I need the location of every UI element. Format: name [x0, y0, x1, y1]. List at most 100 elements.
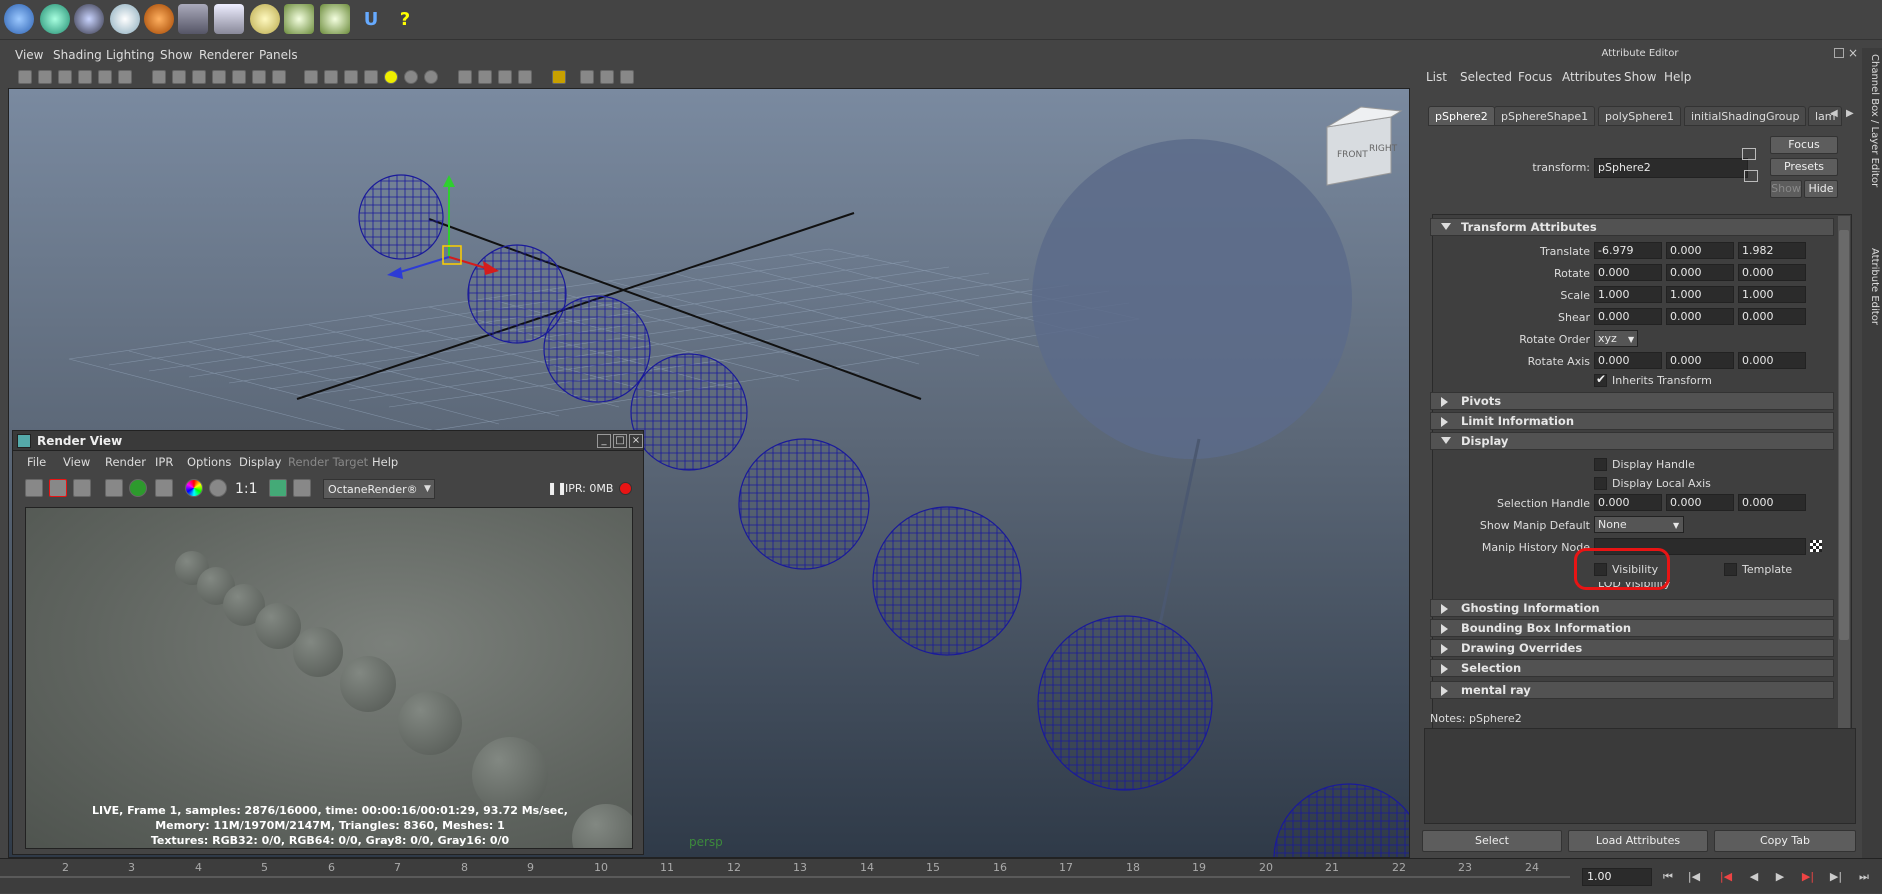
- globe-dark-icon[interactable]: [74, 4, 104, 34]
- view-cube[interactable]: FRONT RIGHT: [1326, 106, 1403, 186]
- rv-menu-render[interactable]: Render: [105, 455, 146, 469]
- shear-x-field[interactable]: 0.000: [1594, 308, 1662, 325]
- scale-x-field[interactable]: 1.000: [1594, 286, 1662, 303]
- selection-handle-y-field[interactable]: 0.000: [1666, 494, 1734, 511]
- textured-icon[interactable]: [364, 70, 378, 84]
- select-button[interactable]: Select: [1422, 830, 1562, 852]
- bookmark-icon[interactable]: [58, 70, 72, 84]
- go-to-end-icon[interactable]: ⏭: [1856, 870, 1872, 884]
- tab-scroll-left-icon[interactable]: ◀: [1830, 108, 1838, 119]
- maximize-icon[interactable]: □: [613, 434, 627, 448]
- close-icon[interactable]: ×: [629, 434, 643, 448]
- display-local-axis-checkbox[interactable]: [1594, 477, 1607, 490]
- render-settings-icon[interactable]: [155, 479, 173, 497]
- current-time-field[interactable]: 1.00: [1582, 868, 1652, 886]
- ratio-button[interactable]: 1:1: [235, 481, 258, 497]
- ae-menu-show[interactable]: Show: [1624, 70, 1656, 84]
- hide-button[interactable]: Hide: [1804, 180, 1838, 198]
- field-chart-icon[interactable]: [192, 70, 206, 84]
- record-icon[interactable]: [619, 482, 632, 495]
- refresh-icon[interactable]: [129, 479, 147, 497]
- ae-menu-focus[interactable]: Focus: [1518, 70, 1552, 84]
- close-panel-icon[interactable]: ×: [1848, 46, 1858, 60]
- section-transform-attributes[interactable]: Transform Attributes: [1430, 218, 1834, 236]
- section-drawing-overrides[interactable]: Drawing Overrides: [1430, 639, 1834, 657]
- film-gate-icon[interactable]: [118, 70, 132, 84]
- text-icon[interactable]: [272, 70, 286, 84]
- image-plane-icon[interactable]: [78, 70, 92, 84]
- rotate-y-field[interactable]: 0.000: [1666, 264, 1734, 281]
- step-back-key-icon[interactable]: |◀: [1686, 870, 1702, 884]
- tab-polysphere1[interactable]: polySphere1: [1598, 106, 1682, 126]
- selection-handle-z-field[interactable]: 0.000: [1738, 494, 1806, 511]
- ae-scrollbar[interactable]: [1838, 216, 1850, 748]
- gear-cog-icon[interactable]: [110, 4, 140, 34]
- scale-y-field[interactable]: 1.000: [1666, 286, 1734, 303]
- layers-icon[interactable]: [214, 4, 244, 34]
- rotate-axis-y-field[interactable]: 0.000: [1666, 352, 1734, 369]
- panel-layout-icon[interactable]: [600, 70, 614, 84]
- tab-attribute-editor[interactable]: Attribute Editor: [1864, 248, 1880, 358]
- globe-cyan-icon[interactable]: [40, 4, 70, 34]
- section-bounding-box-information[interactable]: Bounding Box Information: [1430, 619, 1834, 637]
- section-pivots[interactable]: Pivots: [1430, 392, 1834, 410]
- checker-icon[interactable]: [1810, 540, 1822, 552]
- grid-toggle-icon[interactable]: [252, 70, 266, 84]
- tab-scroll-right-icon[interactable]: ▶: [1846, 108, 1854, 119]
- lights-icon[interactable]: [384, 70, 398, 84]
- ipr-render-icon[interactable]: [105, 479, 123, 497]
- tab-psphere2[interactable]: pSphere2: [1428, 106, 1495, 126]
- xray-joints-icon[interactable]: [498, 70, 512, 84]
- input-connection-icon[interactable]: [1742, 148, 1756, 160]
- snapshot-icon[interactable]: [73, 479, 91, 497]
- highlight-select-icon[interactable]: [552, 70, 566, 84]
- menu-shading[interactable]: Shading: [53, 48, 102, 62]
- play-forward-icon[interactable]: ▶: [1772, 870, 1788, 884]
- splash-icon[interactable]: [284, 4, 314, 34]
- step-back-frame-icon[interactable]: |◀: [1718, 870, 1734, 884]
- shadows-icon[interactable]: [404, 70, 418, 84]
- ae-menu-help[interactable]: Help: [1664, 70, 1691, 84]
- tab-initialshadinggroup[interactable]: initialShadingGroup: [1684, 106, 1807, 126]
- rotate-axis-x-field[interactable]: 0.000: [1594, 352, 1662, 369]
- ae-menu-selected[interactable]: Selected: [1460, 70, 1512, 84]
- wireframe-icon[interactable]: [304, 70, 318, 84]
- rv-menu-help[interactable]: Help: [372, 455, 398, 469]
- step-forward-frame-icon[interactable]: ▶|: [1800, 870, 1816, 884]
- tab-channel-box[interactable]: Channel Box / Layer Editor: [1864, 54, 1880, 234]
- isolate-select-icon[interactable]: [458, 70, 472, 84]
- go-to-start-icon[interactable]: ⏮: [1660, 870, 1676, 884]
- help-icon[interactable]: ?: [390, 4, 420, 34]
- section-selection[interactable]: Selection: [1430, 659, 1834, 677]
- presets-button[interactable]: Presets: [1770, 158, 1838, 176]
- selection-handle-x-field[interactable]: 0.000: [1594, 494, 1662, 511]
- rv-menu-ipr[interactable]: IPR: [155, 455, 173, 469]
- rv-menu-file[interactable]: File: [27, 455, 46, 469]
- minimize-icon[interactable]: _: [597, 434, 611, 448]
- wireframe-on-shaded-icon[interactable]: [344, 70, 358, 84]
- notes-textarea[interactable]: [1424, 728, 1856, 824]
- section-display[interactable]: Display: [1430, 432, 1834, 450]
- copy-tab-button[interactable]: Copy Tab: [1714, 830, 1856, 852]
- rv-menu-options[interactable]: Options: [187, 455, 231, 469]
- section-mental-ray[interactable]: mental ray: [1430, 681, 1834, 699]
- gate-mask-icon[interactable]: [172, 70, 186, 84]
- rotate-axis-z-field[interactable]: 0.000: [1738, 352, 1806, 369]
- menu-renderer[interactable]: Renderer: [199, 48, 254, 62]
- camera-attr-icon[interactable]: [38, 70, 52, 84]
- lightbulb-icon[interactable]: [250, 4, 280, 34]
- select-camera-icon[interactable]: [18, 70, 32, 84]
- shear-z-field[interactable]: 0.000: [1738, 308, 1806, 325]
- rotate-z-field[interactable]: 0.000: [1738, 264, 1806, 281]
- globe-blue-icon[interactable]: [4, 4, 34, 34]
- render-frame-icon[interactable]: [25, 479, 43, 497]
- ae-menu-attributes[interactable]: Attributes: [1562, 70, 1621, 84]
- share-icon[interactable]: [620, 70, 634, 84]
- ae-menu-list[interactable]: List: [1426, 70, 1447, 84]
- translate-z-field[interactable]: 1.982: [1738, 242, 1806, 259]
- render-view-titlebar[interactable]: Render View _ □ ×: [13, 431, 643, 451]
- shear-y-field[interactable]: 0.000: [1666, 308, 1734, 325]
- translate-y-field[interactable]: 0.000: [1666, 242, 1734, 259]
- template-checkbox[interactable]: [1724, 563, 1737, 576]
- rv-menu-view[interactable]: View: [63, 455, 90, 469]
